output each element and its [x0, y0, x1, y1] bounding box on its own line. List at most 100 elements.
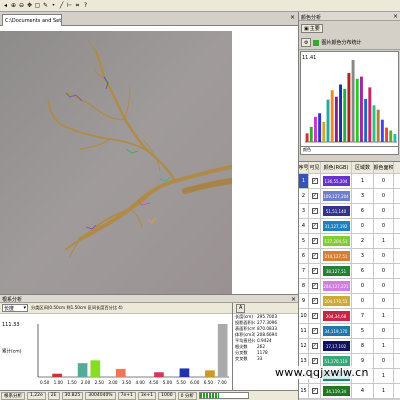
table-row[interactable]: 15 ✓ 34,119,34 4 1 — [299, 384, 400, 399]
visible-checkbox[interactable]: ✓ — [311, 178, 318, 184]
color-swatch[interactable]: 17,17,102 — [322, 341, 350, 351]
color-histogram: 11.41 — [300, 51, 399, 147]
close-document-icon[interactable]: × — [290, 14, 295, 21]
table-row[interactable]: 9 ✓ 204,170,51 0 0 — [299, 294, 400, 309]
settings-icon[interactable]: ⚙ — [301, 38, 312, 47]
progress-fill — [199, 393, 220, 398]
color-swatch[interactable]: 34,119,34 — [322, 386, 350, 396]
hist-bar[interactable] — [351, 60, 355, 142]
column-header[interactable]: 序号 — [299, 162, 309, 173]
visible-checkbox[interactable]: ✓ — [311, 268, 318, 274]
table-row[interactable]: 3 ✓ 51,51,140 6 0 — [299, 204, 400, 219]
help-icon[interactable]: ? — [82, 2, 89, 10]
color-swatch[interactable]: 51,170,119 — [322, 356, 350, 366]
visible-checkbox[interactable]: ✓ — [311, 358, 318, 364]
hist-bar[interactable] — [393, 134, 397, 142]
color-swatch[interactable]: 204,127,221 — [322, 281, 350, 291]
table-row[interactable]: 12 ✓ 17,17,102 8 1 — [299, 339, 400, 354]
close-bottom-panel-icon[interactable]: × — [291, 296, 296, 303]
column-header[interactable]: 颜色面积 — [374, 162, 394, 173]
visible-cell: ✓ — [309, 174, 321, 188]
close-panel-icon[interactable]: × — [393, 13, 398, 20]
table-row[interactable]: 2 ✓ 109,127,204 3 0 — [299, 189, 400, 204]
column-header[interactable]: 可见 — [309, 162, 321, 173]
tab-main[interactable]: ▣ 主要 — [301, 24, 323, 33]
table-row[interactable]: 4 ✓ 31,127,192 0 0 — [299, 219, 400, 234]
hist-bar[interactable] — [305, 133, 309, 142]
hist-bar[interactable] — [318, 113, 322, 142]
table-row[interactable]: 6 ✓ 214,127,51 3 0 — [299, 249, 400, 264]
visible-checkbox[interactable]: ✓ — [311, 388, 318, 394]
crop-icon[interactable]: ⌗ — [74, 2, 81, 10]
color-swatch[interactable]: 31,127,192 — [322, 221, 350, 231]
point-icon[interactable]: • — [50, 2, 57, 10]
color-swatch[interactable]: 51,51,140 — [322, 206, 350, 216]
hist-bar[interactable] — [322, 121, 326, 142]
bar — [77, 363, 88, 377]
table-row[interactable]: 1 ✓ 136,55,204 1 0 — [299, 174, 400, 189]
back-icon[interactable]: ◂ — [2, 2, 9, 10]
draw-icon[interactable]: ✎ — [42, 2, 49, 10]
table-row[interactable]: 7 ✓ 38,127,51 6 0 — [299, 264, 400, 279]
visible-checkbox[interactable]: ✓ — [311, 193, 318, 199]
hist-bar[interactable] — [339, 84, 343, 142]
zoom-in-icon[interactable]: ⊕ — [10, 2, 17, 10]
hist-bar[interactable] — [372, 105, 376, 142]
select-icon[interactable]: ▢ — [34, 2, 41, 10]
color-swatch[interactable]: 34,119,170 — [322, 326, 350, 336]
hist-bar[interactable] — [309, 126, 313, 142]
region-count: 0 — [352, 219, 374, 233]
table-row[interactable]: 11 ✓ 34,119,170 5 0 — [299, 324, 400, 339]
hist-bar[interactable] — [330, 90, 334, 142]
document-tab-bar: C:\Documents and Setti... × — [0, 12, 298, 26]
progress-bar — [198, 392, 249, 399]
bar — [205, 370, 215, 377]
metric-select[interactable]: 长度 ▾ — [2, 304, 28, 312]
color-swatch[interactable]: 127,204,51 — [322, 236, 350, 246]
hist-bar[interactable] — [313, 116, 317, 142]
visible-checkbox[interactable]: ✓ — [311, 328, 318, 334]
visible-checkbox[interactable]: ✓ — [311, 298, 318, 304]
hist-bar[interactable] — [347, 73, 351, 142]
hist-bar[interactable] — [368, 87, 372, 142]
hist-bar[interactable] — [355, 78, 359, 142]
visible-checkbox[interactable]: ✓ — [311, 208, 318, 214]
pan-icon[interactable]: ✥ — [26, 2, 33, 10]
color-swatch[interactable]: 204,34,68 — [322, 311, 350, 321]
table-row[interactable]: 10 ✓ 204,34,68 7 1 — [299, 309, 400, 324]
color-area: 0 — [374, 189, 394, 203]
measure-icon[interactable]: ⊢ — [66, 2, 73, 10]
hist-bar[interactable] — [359, 76, 363, 142]
hist-bar[interactable] — [385, 127, 389, 142]
color-swatch[interactable]: 214,127,51 — [322, 251, 350, 261]
text-mode-icon[interactable]: A — [236, 303, 246, 313]
color-swatch[interactable]: 136,55,204 — [322, 176, 350, 186]
hist-bar[interactable] — [343, 88, 347, 142]
hist-bar[interactable] — [380, 119, 384, 142]
visible-checkbox[interactable]: ✓ — [311, 283, 318, 289]
color-swatch[interactable]: 204,170,51 — [322, 296, 350, 306]
zoom-out-icon[interactable]: ⊖ — [18, 2, 25, 10]
root-scan-image[interactable] — [0, 31, 232, 294]
color-swatch[interactable]: 38,127,51 — [322, 266, 350, 276]
hist-bar[interactable] — [334, 96, 338, 142]
hist-bar[interactable] — [364, 98, 368, 142]
hist-bar[interactable] — [389, 130, 393, 142]
visible-checkbox[interactable]: ✓ — [311, 343, 318, 349]
column-header[interactable]: 区域数 — [352, 162, 374, 173]
x-tick-label: 6.50 — [204, 380, 214, 385]
hist-bar[interactable] — [326, 99, 330, 142]
visible-checkbox[interactable]: ✓ — [311, 253, 318, 259]
color-swatch[interactable]: 109,127,204 — [322, 191, 350, 201]
line-icon[interactable]: ╱ — [58, 2, 65, 10]
table-row[interactable]: 5 ✓ 127,204,51 2 1 — [299, 234, 400, 249]
hist-bar[interactable] — [376, 109, 380, 142]
column-header[interactable]: 颜色(RGB) — [321, 162, 352, 173]
table-row[interactable]: 8 ✓ 204,127,221 0 0 — [299, 279, 400, 294]
x-tick-label: 1.00 — [54, 380, 64, 385]
visible-checkbox[interactable]: ✓ — [311, 238, 318, 244]
table-header: 序号 可见 颜色(RGB) 区域数 颜色面积 — [299, 162, 400, 174]
visible-checkbox[interactable]: ✓ — [311, 223, 318, 229]
document-tab[interactable]: C:\Documents and Setti... — [2, 14, 62, 26]
visible-checkbox[interactable]: ✓ — [311, 313, 318, 319]
